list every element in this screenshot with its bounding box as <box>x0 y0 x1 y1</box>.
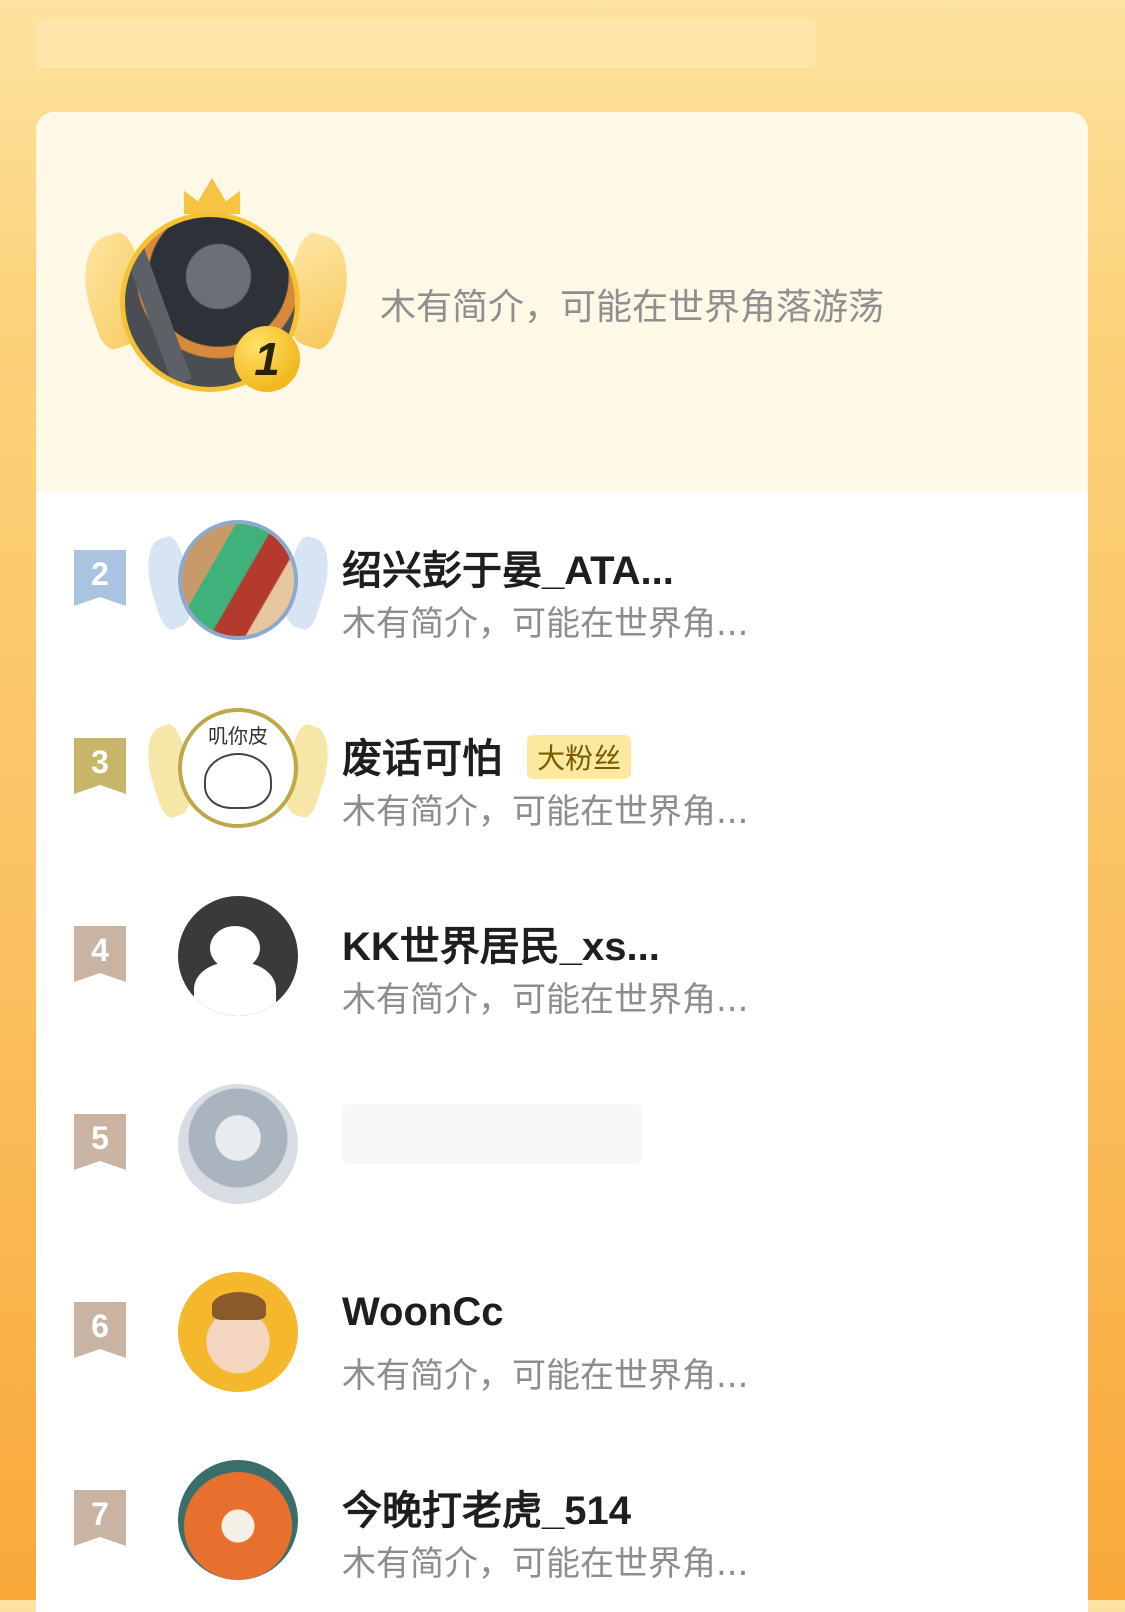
avatar-sticker-text: 叽你皮 <box>208 724 268 748</box>
list-item[interactable]: 2 绍兴彭于晏_ATA... 木有简介，可能在世界角... <box>36 500 1088 688</box>
rank-1-badge: 1 <box>234 326 300 392</box>
user-description: 木有简介，可能在世界角... <box>342 604 749 644</box>
list-item[interactable]: 6 WoonCc 木有简介，可能在世界角... <box>36 1252 1088 1440</box>
list-item[interactable]: 5 <box>36 1064 1088 1252</box>
user-description: 木有简介，可能在世界角... <box>342 792 749 832</box>
hidden-name-placeholder <box>342 1104 642 1164</box>
crown-icon <box>184 178 240 214</box>
avatar[interactable] <box>178 1084 298 1204</box>
user-description: 木有简介，可能在世界角... <box>342 980 749 1020</box>
bear-sticker-icon <box>204 753 272 809</box>
top-header-strip <box>36 20 816 68</box>
avatar[interactable] <box>178 1460 298 1580</box>
avatar-frame: 叽你皮 <box>137 696 339 846</box>
avatar[interactable] <box>178 520 298 640</box>
avatar[interactable]: 叽你皮 <box>178 708 298 828</box>
user-description: 木有简介，可能在世界角... <box>342 1544 749 1584</box>
rank-flag: 4 <box>74 926 126 982</box>
top-fan-section[interactable]: 1 木有简介，可能在世界角落游荡 <box>36 112 1088 492</box>
rank-flag: 7 <box>74 1490 126 1546</box>
list-item[interactable]: 7 今晚打老虎_514 木有简介，可能在世界角... <box>36 1440 1088 1612</box>
user-name[interactable]: KK世界居民_xs... <box>342 914 660 972</box>
rank-flag: 6 <box>74 1302 126 1358</box>
top-fan-avatar-frame: 1 <box>70 178 362 418</box>
list-item[interactable]: 3 叽你皮 废话可怕 大粉丝 木有简介，可能在世界角... <box>36 688 1088 876</box>
avatar-frame <box>150 1448 326 1598</box>
avatar[interactable] <box>178 1272 298 1392</box>
top-fan-description: 木有简介，可能在世界角落游荡 <box>380 287 885 328</box>
fan-ranking-card: 1 木有简介，可能在世界角落游荡 2 绍兴彭于晏_ATA... 木有简介，可能在… <box>36 112 1088 1612</box>
avatar[interactable] <box>178 896 298 1016</box>
avatar-frame <box>150 884 326 1034</box>
list-item[interactable]: 4 KK世界居民_xs... 木有简介，可能在世界角... <box>36 876 1088 1064</box>
avatar-frame <box>150 1072 326 1222</box>
avatar-frame <box>150 1260 326 1410</box>
user-name[interactable]: 今晚打老虎_514 <box>342 1478 631 1536</box>
user-name[interactable]: 绍兴彭于晏_ATA... <box>342 538 674 596</box>
user-name: 废话可怕 <box>342 737 502 781</box>
avatar-frame <box>137 508 339 658</box>
user-name[interactable]: WoonCc <box>342 1290 503 1335</box>
user-name-line[interactable]: 废话可怕 大粉丝 <box>342 726 632 784</box>
big-fan-badge: 大粉丝 <box>527 735 632 780</box>
user-description: 木有简介，可能在世界角... <box>342 1356 749 1396</box>
rank-flag: 2 <box>74 550 126 606</box>
rank-flag: 3 <box>74 738 126 794</box>
rank-flag: 5 <box>74 1114 126 1170</box>
